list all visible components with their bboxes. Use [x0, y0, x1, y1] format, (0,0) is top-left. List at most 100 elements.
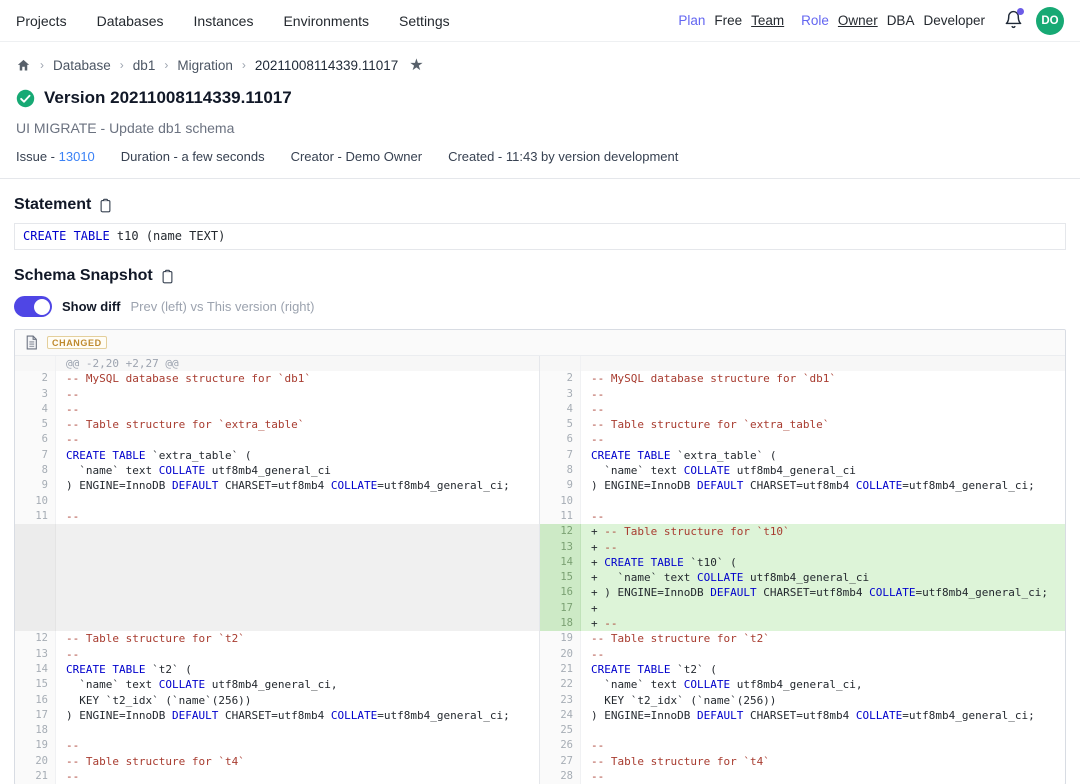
- diff-left-row-5: 5-- Table structure for `extra_table`: [15, 417, 539, 432]
- code-line: KEY `t2_idx` (`name`(256)): [581, 693, 1065, 708]
- nav-item-settings[interactable]: Settings: [399, 13, 450, 29]
- role-owner-link[interactable]: Owner: [838, 13, 878, 28]
- notification-bell-icon[interactable]: [1004, 10, 1023, 32]
- diff-right-row-17: 17+: [540, 601, 1065, 616]
- diff-left-row: [15, 570, 539, 585]
- line-number: 20: [15, 754, 56, 769]
- diff-right-row-26: 26--: [540, 738, 1065, 753]
- code-line: `name` text COLLATE utf8mb4_general_ci: [56, 463, 539, 478]
- snapshot-section-header: Schema Snapshot: [14, 267, 1066, 285]
- avatar[interactable]: DO: [1036, 7, 1064, 35]
- diff-left-row-14: 14CREATE TABLE `t2` (: [15, 662, 539, 677]
- line-number: 25: [540, 723, 581, 738]
- code-line: --: [581, 738, 1065, 753]
- version-header: Version 20211008114339.11017: [0, 81, 1080, 108]
- line-number: [15, 616, 56, 631]
- nav-item-projects[interactable]: Projects: [16, 13, 67, 29]
- diff-left-row-16: 16 KEY `t2_idx` (`name`(256)): [15, 693, 539, 708]
- line-number: 11: [540, 509, 581, 524]
- star-icon[interactable]: ★: [409, 55, 423, 75]
- code-line: -- MySQL database structure for `db1`: [56, 371, 539, 386]
- diff-right-row-12: 12+ -- Table structure for `t10`: [540, 524, 1065, 539]
- diff-left-row-21: 21--: [15, 769, 539, 784]
- diff-right-row-24: 24) ENGINE=InnoDB DEFAULT CHARSET=utf8mb…: [540, 708, 1065, 723]
- code-line: --: [56, 769, 539, 784]
- code-line: + --: [581, 616, 1065, 631]
- line-number: 18: [540, 616, 581, 631]
- issue-link[interactable]: 13010: [59, 149, 95, 164]
- line-number: 4: [540, 402, 581, 417]
- version-subtitle: UI MIGRATE - Update db1 schema: [0, 108, 1080, 136]
- breadcrumb-item[interactable]: Migration: [177, 58, 233, 73]
- diff-right-row-14: 14+ CREATE TABLE `t10` (: [540, 555, 1065, 570]
- diff-left-row: [15, 585, 539, 600]
- code-line: [56, 494, 539, 509]
- role-developer: Developer: [923, 13, 985, 28]
- code-line: + ) ENGINE=InnoDB DEFAULT CHARSET=utf8mb…: [581, 585, 1065, 600]
- line-number: 15: [540, 570, 581, 585]
- code-line: + `name` text COLLATE utf8mb4_general_ci: [581, 570, 1065, 585]
- diff-body: @@ -2,20 +2,27 @@2-- MySQL database stru…: [15, 356, 1065, 784]
- breadcrumb-separator: ›: [164, 58, 168, 72]
- diff-left-row-18: 18: [15, 723, 539, 738]
- diff-right-row-18: 18+ --: [540, 616, 1065, 631]
- code-line: --: [56, 387, 539, 402]
- diff-right-column[interactable]: 2-- MySQL database structure for `db1`3-…: [540, 356, 1065, 784]
- code-line: + CREATE TABLE `t10` (: [581, 555, 1065, 570]
- diff-left-row: [15, 524, 539, 539]
- success-check-icon: [16, 89, 35, 108]
- line-number: 14: [540, 555, 581, 570]
- diff-left-row-17: 17) ENGINE=InnoDB DEFAULT CHARSET=utf8mb…: [15, 708, 539, 723]
- nav-item-environments[interactable]: Environments: [283, 13, 369, 29]
- nav-item-instances[interactable]: Instances: [194, 13, 254, 29]
- line-number: 19: [15, 738, 56, 753]
- top-nav: Projects Databases Instances Environments Se…: [0, 0, 1080, 42]
- changed-badge: CHANGED: [47, 336, 107, 349]
- line-number: 18: [15, 723, 56, 738]
- code-line: [581, 723, 1065, 738]
- copy-statement-icon[interactable]: [98, 198, 113, 213]
- line-number: 2: [540, 371, 581, 386]
- show-diff-toggle[interactable]: [14, 296, 52, 317]
- diff-left-row-20: 20-- Table structure for `t4`: [15, 754, 539, 769]
- diff-left-row-11: 11--: [15, 509, 539, 524]
- diff-left-row-9: 9) ENGINE=InnoDB DEFAULT CHARSET=utf8mb4…: [15, 478, 539, 493]
- line-number: 9: [540, 478, 581, 493]
- line-number: 13: [540, 540, 581, 555]
- diff-left-row-8: 8 `name` text COLLATE utf8mb4_general_ci: [15, 463, 539, 478]
- diff-left-column[interactable]: @@ -2,20 +2,27 @@2-- MySQL database stru…: [15, 356, 540, 784]
- code-line: [56, 616, 539, 631]
- breadcrumb-item[interactable]: 20211008114339.11017: [255, 58, 398, 73]
- plan-upgrade-link[interactable]: Team: [751, 13, 784, 28]
- line-number: 22: [540, 677, 581, 692]
- home-icon[interactable]: [16, 58, 31, 73]
- section-divider: [0, 178, 1080, 179]
- diff-left-row: [15, 555, 539, 570]
- line-number: 26: [540, 738, 581, 753]
- code-line: [56, 540, 539, 555]
- code-line: -- Table structure for `extra_table`: [581, 417, 1065, 432]
- diff-left-row: @@ -2,20 +2,27 @@: [15, 356, 539, 371]
- diff-right-row: [540, 356, 1065, 371]
- breadcrumb-item[interactable]: Database: [53, 58, 111, 73]
- top-nav-right: Plan Free Team Role Owner DBA Developer …: [678, 7, 1064, 35]
- line-number: 17: [15, 708, 56, 723]
- code-line: @@ -2,20 +2,27 @@: [56, 356, 539, 371]
- code-line: ) ENGINE=InnoDB DEFAULT CHARSET=utf8mb4 …: [56, 478, 539, 493]
- statement-code-block[interactable]: CREATE TABLE t10 (name TEXT): [14, 223, 1066, 250]
- line-number: 3: [15, 387, 56, 402]
- statement-section-header: Statement: [14, 196, 1066, 214]
- breadcrumb-item[interactable]: db1: [133, 58, 156, 73]
- diff-left-row-2: 2-- MySQL database structure for `db1`: [15, 371, 539, 386]
- copy-snapshot-icon[interactable]: [160, 269, 175, 284]
- nav-item-databases[interactable]: Databases: [97, 13, 164, 29]
- version-meta-item: Issue - 13010: [16, 149, 95, 164]
- code-line: [56, 524, 539, 539]
- page-title: Version 20211008114339.11017: [44, 88, 292, 108]
- line-number: 20: [540, 647, 581, 662]
- line-number: 2: [15, 371, 56, 386]
- line-number: 19: [540, 631, 581, 646]
- code-line: +: [581, 601, 1065, 616]
- code-line: --: [56, 647, 539, 662]
- line-number: 10: [540, 494, 581, 509]
